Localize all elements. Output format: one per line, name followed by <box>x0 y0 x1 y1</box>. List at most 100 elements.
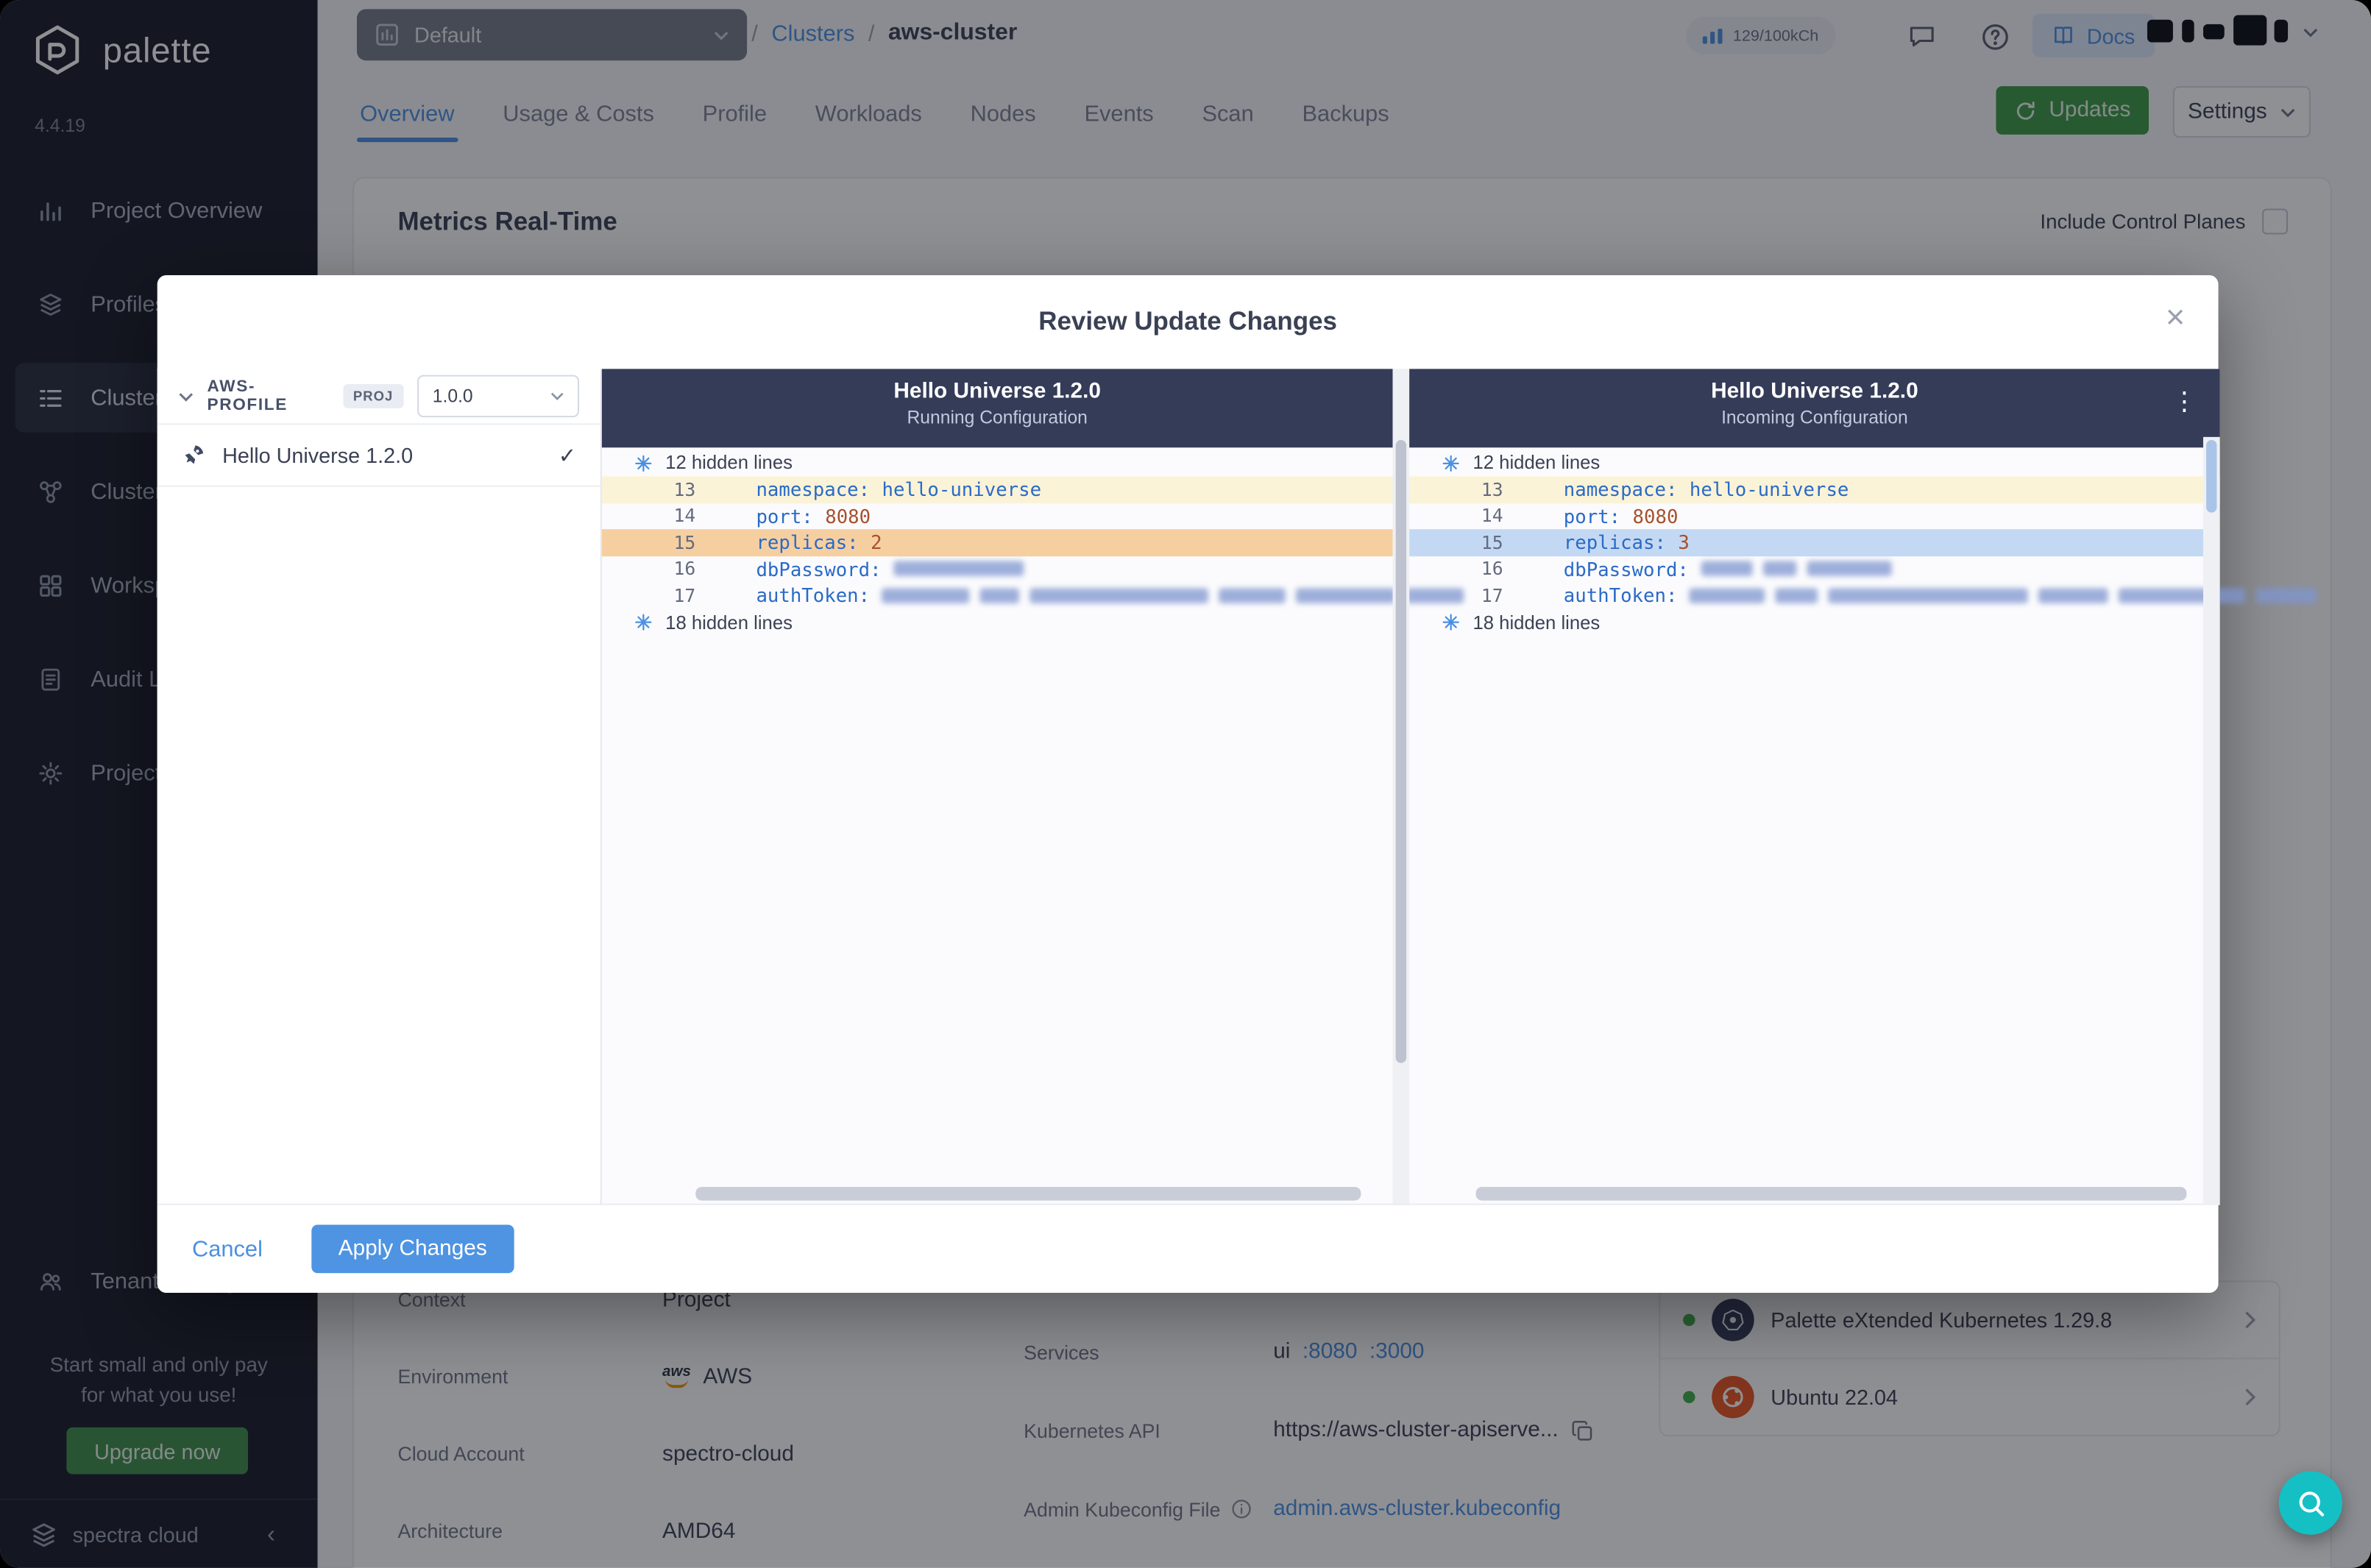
chevron-down-icon <box>550 391 564 401</box>
modal-footer: Cancel Apply Changes <box>157 1203 2219 1293</box>
screen: palette 4.4.19 Project Overview Profiles C… <box>0 0 2371 1568</box>
code-line-13: 13 namespace: hello-universe <box>1409 476 2220 503</box>
yaml-key: replicas: <box>756 531 859 554</box>
line-number: 15 <box>673 531 696 553</box>
yaml-value: 8080 <box>1632 504 1679 528</box>
code-line-15: 15 replicas: 2 <box>601 529 1393 556</box>
support-fab-button[interactable] <box>2278 1471 2343 1535</box>
masked-value <box>1689 587 1765 603</box>
scrollbar-thumb[interactable] <box>1395 439 1407 1063</box>
modal-body: AWS-PROFILE PROJ 1.0.0 Hello Universe 1.… <box>157 369 2317 1205</box>
expand-lines-icon[interactable] <box>635 614 652 631</box>
diff-view: Hello Universe 1.2.0 Running Configuratio… <box>601 369 2317 1205</box>
close-icon[interactable]: × <box>2166 300 2185 334</box>
masked-value <box>2119 587 2247 603</box>
scrollbar-thumb[interactable] <box>695 1187 1361 1201</box>
line-number: 15 <box>1481 531 1503 553</box>
code-line-17: 17 authToken: <box>602 582 1464 609</box>
apply-changes-button[interactable]: Apply Changes <box>311 1224 514 1274</box>
vertical-scrollbar-right[interactable] <box>2202 436 2220 1205</box>
line-number: 13 <box>1481 478 1503 500</box>
horizontal-scrollbar[interactable] <box>1409 1187 2219 1201</box>
hidden-lines-row[interactable]: 12 hidden lines <box>602 449 1393 476</box>
chevron-down-icon[interactable] <box>178 391 194 401</box>
modal-header: Review Update Changes × <box>157 275 2219 371</box>
line-number: 17 <box>1481 584 1503 606</box>
yaml-value: hello-universe <box>1689 478 1849 501</box>
diff-pane-running: Hello Universe 1.2.0 Running Configuratio… <box>601 369 1464 1205</box>
code-editor[interactable]: 12 hidden lines 13 namespace: hello-univers… <box>1409 447 2317 1205</box>
check-icon: ✓ <box>558 442 576 467</box>
vertical-scrollbar[interactable] <box>1392 369 1410 1205</box>
cancel-button[interactable]: Cancel <box>192 1236 263 1262</box>
yaml-key: dbPassword: <box>756 557 882 581</box>
hidden-lines-row[interactable]: 18 hidden lines <box>602 609 1393 636</box>
code-line-17: 17 authToken: <box>1409 582 2317 609</box>
line-number: 13 <box>673 478 696 500</box>
masked-value <box>1775 587 1818 603</box>
yaml-key: authToken: <box>1563 583 1678 607</box>
yaml-key: port: <box>1563 504 1621 528</box>
hidden-lines-row[interactable]: 12 hidden lines <box>1409 449 2219 476</box>
code-line-13: 13 namespace: hello-universe <box>601 476 1393 503</box>
line-number: 16 <box>673 558 696 580</box>
masked-value <box>1219 587 1286 603</box>
yaml-value: 2 <box>871 531 882 554</box>
profile-header-row: AWS-PROFILE PROJ 1.0.0 <box>157 369 600 423</box>
horizontal-scrollbar[interactable] <box>602 1187 1393 1201</box>
line-number: 14 <box>1481 505 1503 527</box>
expand-lines-icon[interactable] <box>635 454 652 471</box>
expand-lines-icon[interactable] <box>1442 614 1459 631</box>
code-line-14: 14 port: 8080 <box>1409 503 2219 529</box>
hidden-lines-row[interactable]: 18 hidden lines <box>1409 609 2219 636</box>
yaml-key: authToken: <box>756 583 871 607</box>
magnifier-icon <box>2294 1487 2326 1519</box>
rocket-icon <box>182 443 206 467</box>
line-number: 16 <box>1481 558 1503 580</box>
code-line-16: 16 dbPassword: <box>602 556 1393 582</box>
hidden-lines-label: 18 hidden lines <box>665 611 793 633</box>
code-line-14: 14 port: 8080 <box>602 503 1393 529</box>
scrollbar-thumb[interactable] <box>2206 439 2217 513</box>
pane-title: Hello Universe 1.2.0 <box>1711 379 1918 404</box>
masked-value <box>980 587 1020 603</box>
masked-value <box>882 587 970 603</box>
yaml-key: replicas: <box>1563 531 1666 554</box>
modal-title: Review Update Changes <box>1038 307 1337 336</box>
diff-pane-header: Hello Universe 1.2.0 Running Configuratio… <box>601 369 1393 448</box>
code-line-15: 15 replicas: 3 <box>1409 529 2220 556</box>
kebab-menu-icon[interactable]: ⋮ <box>2172 387 2197 417</box>
masked-value <box>1762 561 1796 577</box>
profile-layer-label: Hello Universe 1.2.0 <box>222 443 414 467</box>
profile-panel: AWS-PROFILE PROJ 1.0.0 Hello Universe 1.… <box>157 369 602 1205</box>
masked-value <box>893 561 1024 577</box>
profile-version-select[interactable]: 1.0.0 <box>417 375 580 418</box>
yaml-value: 8080 <box>825 504 871 528</box>
code-editor[interactable]: 12 hidden lines 13 namespace: hello-univers… <box>601 447 1464 1205</box>
pane-subtitle: Running Configuration <box>907 406 1088 428</box>
hidden-lines-label: 12 hidden lines <box>665 452 793 474</box>
yaml-key: namespace: <box>756 478 871 501</box>
yaml-value: hello-universe <box>882 478 1042 501</box>
review-update-changes-modal: Review Update Changes × AWS-PROFILE PROJ… <box>157 274 2317 1293</box>
masked-value <box>2256 587 2317 603</box>
masked-value <box>1296 587 1397 603</box>
expand-lines-icon[interactable] <box>1442 454 1459 471</box>
hidden-lines-label: 12 hidden lines <box>1472 452 1601 474</box>
yaml-value: 3 <box>1678 531 1690 554</box>
yaml-key: port: <box>756 504 813 528</box>
pane-subtitle: Incoming Configuration <box>1721 406 1908 428</box>
masked-value <box>1807 561 1892 577</box>
profile-version-value: 1.0.0 <box>432 385 473 407</box>
code-line-16: 16 dbPassword: <box>1409 556 2219 582</box>
diff-pane-header: Hello Universe 1.2.0 Incoming Configurati… <box>1409 369 2220 448</box>
masked-value <box>2038 587 2109 603</box>
line-number: 17 <box>673 584 696 606</box>
hidden-lines-label: 18 hidden lines <box>1472 611 1601 633</box>
masked-value <box>1701 561 1753 577</box>
scrollbar-thumb[interactable] <box>1475 1187 2187 1201</box>
yaml-key: namespace: <box>1563 478 1678 501</box>
diff-pane-incoming: Hello Universe 1.2.0 Incoming Configurati… <box>1409 369 2317 1205</box>
line-number: 14 <box>673 505 696 527</box>
profile-layer-item[interactable]: Hello Universe 1.2.0 ✓ <box>157 423 600 487</box>
